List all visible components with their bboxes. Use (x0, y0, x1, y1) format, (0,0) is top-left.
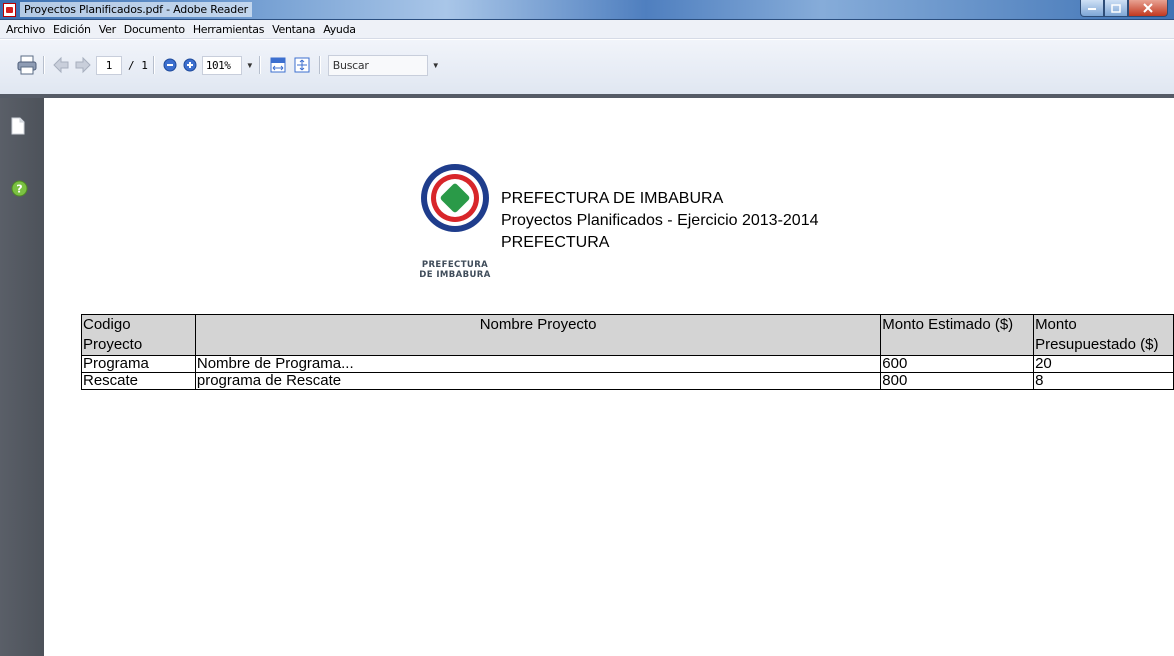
zoom-in-button[interactable] (180, 58, 200, 72)
header-presupuestado-line1: Monto (1035, 316, 1077, 333)
header-organization: PREFECTURA DE IMBABURA (501, 190, 724, 207)
fit-width-button[interactable] (266, 56, 290, 74)
fit-page-icon (294, 57, 310, 73)
help-icon[interactable]: ? (11, 180, 28, 197)
menu-bar: Archivo Edición Ver Documento Herramient… (0, 20, 1174, 39)
menu-ayuda[interactable]: Ayuda (319, 21, 359, 38)
table-row: Programa Nombre de Programa... 600 20 (81, 355, 1174, 373)
logo-caption-line1: PREFECTURA (421, 260, 489, 270)
zoom-out-button[interactable] (160, 58, 180, 72)
zoom-dropdown-icon[interactable]: ▼ (246, 61, 254, 70)
previous-page-button[interactable] (50, 56, 72, 74)
window-title: Proyectos Planificados.pdf - Adobe Reade… (20, 2, 252, 17)
table-row: Rescate programa de Rescate 800 8 (81, 372, 1174, 390)
next-page-button[interactable] (72, 56, 94, 74)
navigation-panel: ? (0, 98, 44, 656)
cell-code: Rescate (81, 372, 196, 390)
close-button[interactable] (1128, 0, 1168, 17)
menu-archivo[interactable]: Archivo (2, 21, 49, 38)
next-page-icon (75, 56, 91, 74)
toolbar-separator (43, 56, 45, 74)
document-view: PREFECTURA DE IMBABURA PREFECTURA DE IMB… (44, 98, 1174, 656)
cell-estimated: 600 (880, 355, 1035, 373)
projects-table: Codigo Proyecto Nombre Proyecto Monto Es… (81, 314, 1174, 390)
zoom-input[interactable]: 101% (201, 55, 242, 75)
cell-budget: 20 (1033, 355, 1174, 373)
zoom-out-icon (163, 58, 177, 72)
close-icon (1143, 3, 1153, 13)
menu-ver[interactable]: Ver (95, 21, 120, 38)
menu-edicion[interactable]: Edición (49, 21, 95, 38)
svg-text:?: ? (16, 183, 22, 196)
toolbar: 1 / 1 101% ▼ Buscar ▼ (0, 40, 1174, 97)
cell-name: Nombre de Programa... (194, 355, 882, 373)
fit-width-icon (270, 57, 286, 73)
previous-page-icon (53, 56, 69, 74)
toolbar-separator (258, 56, 261, 74)
header-presupuestado-line2: Presupuestado ($) (1035, 336, 1159, 353)
maximize-button[interactable] (1104, 0, 1128, 17)
window-title-bar: Proyectos Planificados.pdf - Adobe Reade… (0, 0, 1174, 20)
menu-herramientas[interactable]: Herramientas (189, 21, 268, 38)
zoom-in-icon (183, 58, 197, 72)
minimize-icon (1088, 8, 1096, 10)
search-dropdown-icon[interactable]: ▼ (432, 61, 440, 70)
logo-caption: PREFECTURA DE IMBABURA (414, 260, 496, 280)
header-monto-presupuestado: Monto Presupuestado ($) (1033, 314, 1174, 356)
header-codigo-line1: Codigo (83, 316, 131, 333)
search-input[interactable]: Buscar (327, 54, 428, 76)
document-header: PREFECTURA DE IMBABURA Proyectos Planifi… (501, 188, 819, 254)
header-report-title: Proyectos Planificados - Ejercicio 2013-… (501, 212, 819, 229)
adobe-reader-icon (3, 3, 16, 17)
minimize-button[interactable] (1080, 0, 1104, 17)
logo-caption-line2: DE IMBABURA (419, 270, 491, 280)
print-button[interactable] (0, 54, 38, 76)
cell-budget: 8 (1033, 372, 1174, 390)
page-total: / 1 (128, 58, 148, 72)
page-number-input[interactable]: 1 (96, 55, 122, 75)
header-department: PREFECTURA (501, 234, 610, 251)
header-monto-estimado: Monto Estimado ($) (880, 314, 1035, 356)
fit-page-button[interactable] (290, 56, 314, 74)
maximize-icon (1111, 3, 1121, 13)
printer-icon (17, 55, 37, 75)
header-nombre-proyecto: Nombre Proyecto (194, 314, 882, 356)
header-codigo-proyecto: Codigo Proyecto (81, 314, 196, 356)
cell-name: programa de Rescate (194, 372, 882, 390)
window-controls (1080, 0, 1168, 18)
header-codigo-line2: Proyecto (83, 336, 143, 353)
menu-ventana[interactable]: Ventana (268, 21, 319, 38)
menu-documento[interactable]: Documento (120, 21, 189, 38)
pages-icon[interactable] (11, 117, 25, 135)
toolbar-separator (152, 56, 155, 74)
prefectura-logo (421, 164, 489, 232)
table-header-row: Codigo Proyecto Nombre Proyecto Monto Es… (81, 314, 1174, 356)
cell-code: Programa (81, 355, 196, 373)
toolbar-separator (318, 56, 321, 74)
cell-estimated: 800 (880, 372, 1035, 390)
